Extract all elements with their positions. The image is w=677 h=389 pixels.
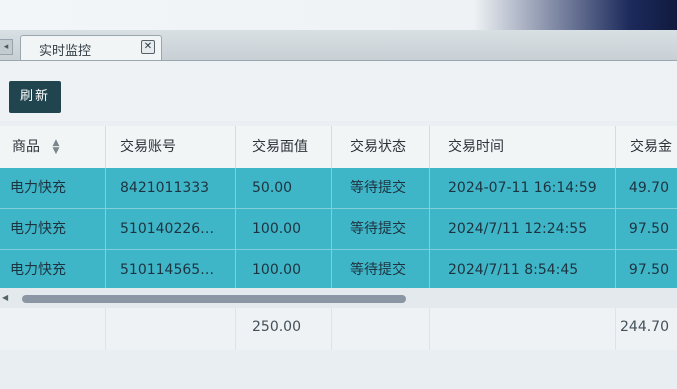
cell-amount: 97.50 <box>628 221 669 237</box>
cell-amount: 49.70 <box>628 180 669 196</box>
table-row[interactable]: 电力快充 510114565… 100.00 等待提交 2024/7/11 8:… <box>0 250 677 291</box>
grid-footer-totals: 250.00 244.70 <box>0 308 677 350</box>
column-header-time[interactable]: 交易时间 <box>430 126 616 168</box>
footer-empty-cell <box>106 308 236 350</box>
footer-empty-cell <box>332 308 430 350</box>
grid-header: 商品 ▲ ▼ 交易账号 交易面值 交易状态 交易时间 交易金 <box>0 126 677 168</box>
column-header-status[interactable]: 交易状态 <box>332 126 430 168</box>
scroll-left-icon[interactable]: ◀ <box>2 293 8 302</box>
cell-time: 2024-07-11 16:14:59 <box>430 168 616 208</box>
horizontal-scrollbar[interactable]: ◀ <box>0 288 677 308</box>
cell-face-value: 100.00 <box>236 209 332 249</box>
toolbar: 刷新 <box>0 61 677 121</box>
cell-face-value: 50.00 <box>236 168 332 208</box>
footer-empty-cell <box>0 308 106 350</box>
tab-label: 实时监控 <box>39 44 92 59</box>
cell-product: 电力快充 <box>0 250 106 290</box>
chevron-left-icon: ◂ <box>3 42 9 52</box>
cell-time: 2024/7/11 8:54:45 <box>430 250 616 290</box>
cell-time: 2024/7/11 12:24:55 <box>430 209 616 249</box>
empty-grid-area <box>0 350 677 389</box>
column-header-account[interactable]: 交易账号 <box>106 126 236 168</box>
cell-account: 510140226… <box>106 209 236 249</box>
cell-account: 510114565… <box>106 250 236 290</box>
cell-account: 8421011333 <box>106 168 236 208</box>
tab-scroll-left-button[interactable]: ◂ <box>0 39 13 55</box>
column-header-label: 商品 <box>12 139 40 155</box>
footer-face-value-total: 250.00 <box>236 308 332 350</box>
cell-product: 电力快充 <box>0 209 106 249</box>
cell-amount: 97.50 <box>628 262 669 278</box>
footer-amount-total: 244.70 <box>620 319 669 335</box>
column-header-amount[interactable]: 交易金 <box>616 126 677 168</box>
cell-product: 电力快充 <box>0 168 106 208</box>
tab-bar: ◂ 实时监控 ✕ <box>0 30 677 61</box>
close-icon[interactable]: ✕ <box>141 40 155 54</box>
refresh-button[interactable]: 刷新 <box>9 81 61 113</box>
column-header-product[interactable]: 商品 ▲ ▼ <box>0 126 106 168</box>
footer-empty-cell <box>430 308 616 350</box>
table-row[interactable]: 电力快充 510140226… 100.00 等待提交 2024/7/11 12… <box>0 209 677 250</box>
cell-face-value: 100.00 <box>236 250 332 290</box>
cell-status: 等待提交 <box>332 250 430 290</box>
tab-realtime-monitor[interactable]: 实时监控 ✕ <box>20 35 162 60</box>
app-screen: ◂ 实时监控 ✕ 刷新 商品 ▲ ▼ 交易账号 交易面值 交易状态 交易时间 交易… <box>0 0 677 389</box>
column-header-face-value[interactable]: 交易面值 <box>236 126 332 168</box>
sort-icon[interactable]: ▲ ▼ <box>52 139 59 156</box>
scrollbar-thumb[interactable] <box>22 295 406 303</box>
table-row[interactable]: 电力快充 8421011333 50.00 等待提交 2024-07-11 16… <box>0 168 677 209</box>
cell-status: 等待提交 <box>332 168 430 208</box>
cell-status: 等待提交 <box>332 209 430 249</box>
